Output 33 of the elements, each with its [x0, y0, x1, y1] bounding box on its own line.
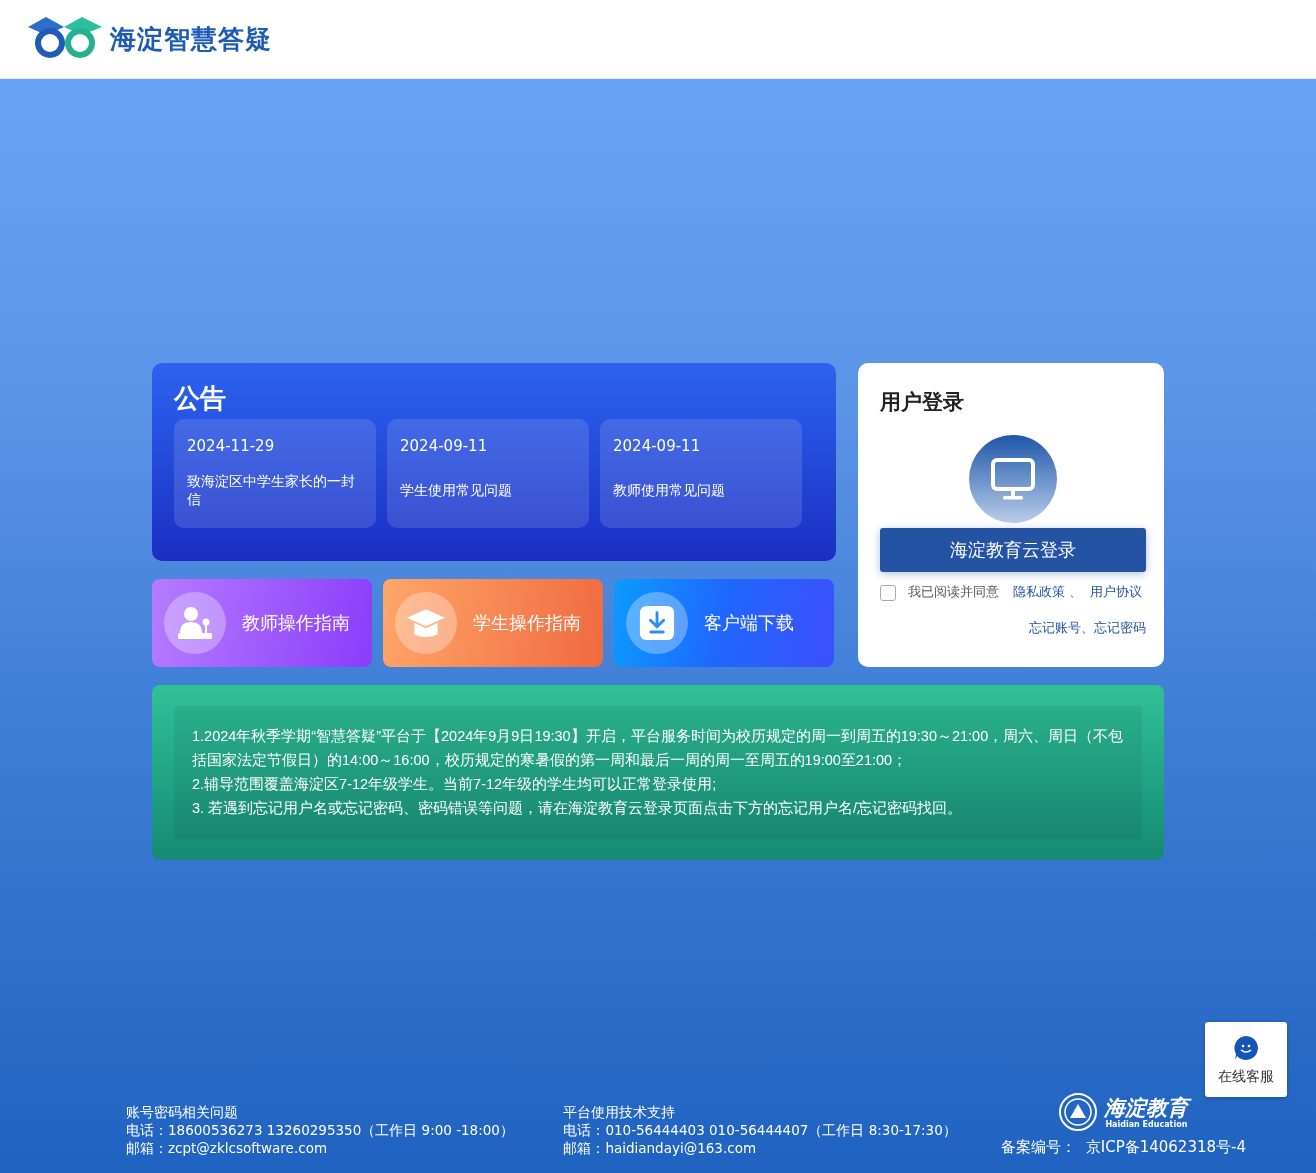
login-button[interactable]: 海淀教育云登录 [880, 528, 1146, 572]
notice-date: 2024-11-29 [187, 437, 276, 455]
privacy-link[interactable]: 隐私政策 [1013, 584, 1065, 601]
forgot-link[interactable]: 忘记账号、忘记密码 [1029, 619, 1146, 637]
notice-card[interactable]: 2024-11-29 致海淀区中学生家长的一封信 [174, 419, 376, 528]
notice-link[interactable]: 致海淀区中学生家长的一封信 [187, 469, 363, 510]
quick-link-tile[interactable]: 客户端下载 [614, 579, 834, 667]
contact-line: 邮箱：haidiandayi@163.com [563, 1139, 758, 1157]
site-title: 海淀智慧答疑 [110, 22, 272, 56]
info-paragraph: 3. 若遇到忘记用户名或忘记密码、密码错误等问题，请在海淀教育云登录页面点击下方的忘记用户名/忘记密码找回。 [192, 799, 964, 818]
notice-card[interactable]: 2024-09-11 教师使用常见问题 [600, 419, 802, 528]
notice-date: 2024-09-11 [400, 437, 489, 455]
edu-logo-subtitle: Haidian Education [1105, 1119, 1188, 1129]
notice-card[interactable]: 2024-09-11 学生使用常见问题 [387, 419, 589, 528]
contact-line: 邮箱：zcpt@zklcsoftware.com [126, 1139, 329, 1157]
info-paragraph: 2.辅导范围覆盖海淀区7-12年级学生。当前7-12年级的学生均可以正常登录使用; [192, 775, 718, 794]
login-title: 用户登录 [880, 389, 964, 416]
online-service-button[interactable]: 在线客服 [1205, 1022, 1287, 1097]
contact-line: 电话：010-56444403 010-56444407（工作日 8:30-17:30） [563, 1121, 958, 1139]
contact-line: 电话：18600536273 13260295350（工作日 9:00 -18:00） [126, 1121, 515, 1139]
icp-number: 京ICP备14062318号-4 [1085, 1138, 1246, 1157]
quick-link-tile[interactable]: 教师操作指南 [152, 579, 372, 667]
notice-date: 2024-09-11 [613, 437, 702, 455]
notice-link[interactable]: 学生使用常见问题 [400, 469, 576, 510]
contact-title: 账号密码相关问题 [126, 1103, 239, 1121]
notice-link[interactable]: 教师使用常见问题 [613, 469, 789, 510]
icp-label: 备案编号： [1000, 1138, 1076, 1157]
contact-title: 平台使用技术支持 [563, 1103, 677, 1121]
notice-title: 公告 [174, 382, 227, 415]
separator-text: 、 [1069, 584, 1082, 601]
agreement-link[interactable]: 用户协议 [1090, 584, 1142, 601]
agree-label: 我已阅读并同意 [908, 584, 999, 601]
info-paragraph: 1.2024年秋季学期“智慧答疑”平台于【2024年9月9日19:30】开启，平台服务时间为校历规定的周一到周五的19:30～21:00，周六、周日（不包括国家法定节假日）的14:00～16:00，校历规定的寒暑假的第一周和最后一周的周一至周五的19:00至21:00； [192, 727, 1124, 770]
